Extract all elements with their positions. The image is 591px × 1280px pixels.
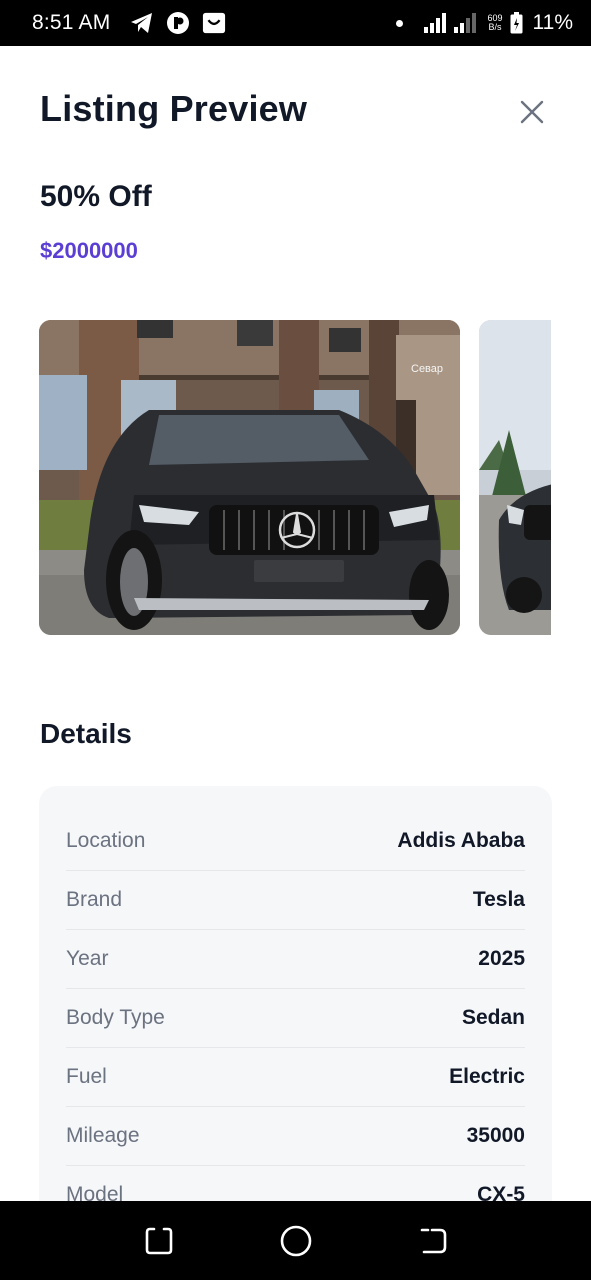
price-label: $2000000 bbox=[40, 238, 138, 263]
system-icons: 609 B/s 11% bbox=[396, 11, 573, 35]
close-icon bbox=[520, 100, 544, 124]
recents-icon bbox=[145, 1227, 172, 1254]
net-speed: 609 B/s bbox=[487, 14, 502, 32]
detail-row-brand: Brand Tesla bbox=[66, 871, 525, 930]
back-icon bbox=[420, 1228, 446, 1253]
car-photo-front[interactable]: Севар bbox=[39, 320, 460, 635]
back-button[interactable] bbox=[413, 1221, 453, 1261]
page-title: Listing Preview bbox=[40, 88, 308, 129]
detail-label: Body Type bbox=[66, 1006, 165, 1029]
notification-dot bbox=[396, 19, 404, 27]
car-photo-side[interactable] bbox=[479, 320, 551, 635]
status-bar: 8:51 AM 609 B/s 11% bbox=[0, 0, 591, 46]
detail-row-location: Location Addis Ababa bbox=[66, 786, 525, 871]
detail-row-fuel: Fuel Electric bbox=[66, 1048, 525, 1107]
detail-value: Addis Ababa bbox=[397, 829, 525, 852]
shopping-icon bbox=[202, 11, 226, 35]
recents-button[interactable] bbox=[139, 1221, 179, 1261]
building-sign: Севар bbox=[411, 363, 443, 375]
net-speed-unit: B/s bbox=[488, 22, 502, 32]
detail-row-body-type: Body Type Sedan bbox=[66, 989, 525, 1048]
detail-value: 2025 bbox=[478, 947, 525, 970]
home-icon bbox=[280, 1225, 311, 1256]
detail-value: Tesla bbox=[472, 888, 525, 911]
signal-icon bbox=[424, 11, 480, 35]
discount-label: 50% Off bbox=[40, 180, 152, 213]
details-heading: Details bbox=[40, 718, 132, 749]
close-button[interactable] bbox=[516, 96, 548, 128]
app-icon bbox=[166, 11, 190, 35]
detail-value: 35000 bbox=[466, 1124, 525, 1147]
notification-icons bbox=[130, 11, 226, 35]
details-card: Location Addis Ababa Brand Tesla Year 20… bbox=[39, 786, 552, 1246]
detail-value: Sedan bbox=[461, 1006, 525, 1029]
status-time: 8:51 AM bbox=[32, 11, 111, 34]
home-button[interactable] bbox=[276, 1221, 316, 1261]
detail-row-mileage: Mileage 35000 bbox=[66, 1107, 525, 1166]
detail-label: Mileage bbox=[66, 1124, 140, 1147]
system-nav-bar bbox=[0, 1201, 591, 1280]
detail-value: Electric bbox=[449, 1065, 525, 1088]
image-carousel[interactable]: Севар bbox=[39, 320, 551, 635]
telegram-icon bbox=[130, 11, 154, 35]
detail-label: Brand bbox=[66, 888, 123, 911]
detail-row-year: Year 2025 bbox=[66, 930, 525, 989]
detail-label: Location bbox=[66, 829, 146, 852]
battery-icon bbox=[510, 11, 524, 35]
detail-label: Year bbox=[66, 947, 109, 970]
detail-label: Fuel bbox=[66, 1065, 107, 1088]
battery-percent: 11% bbox=[532, 11, 573, 34]
